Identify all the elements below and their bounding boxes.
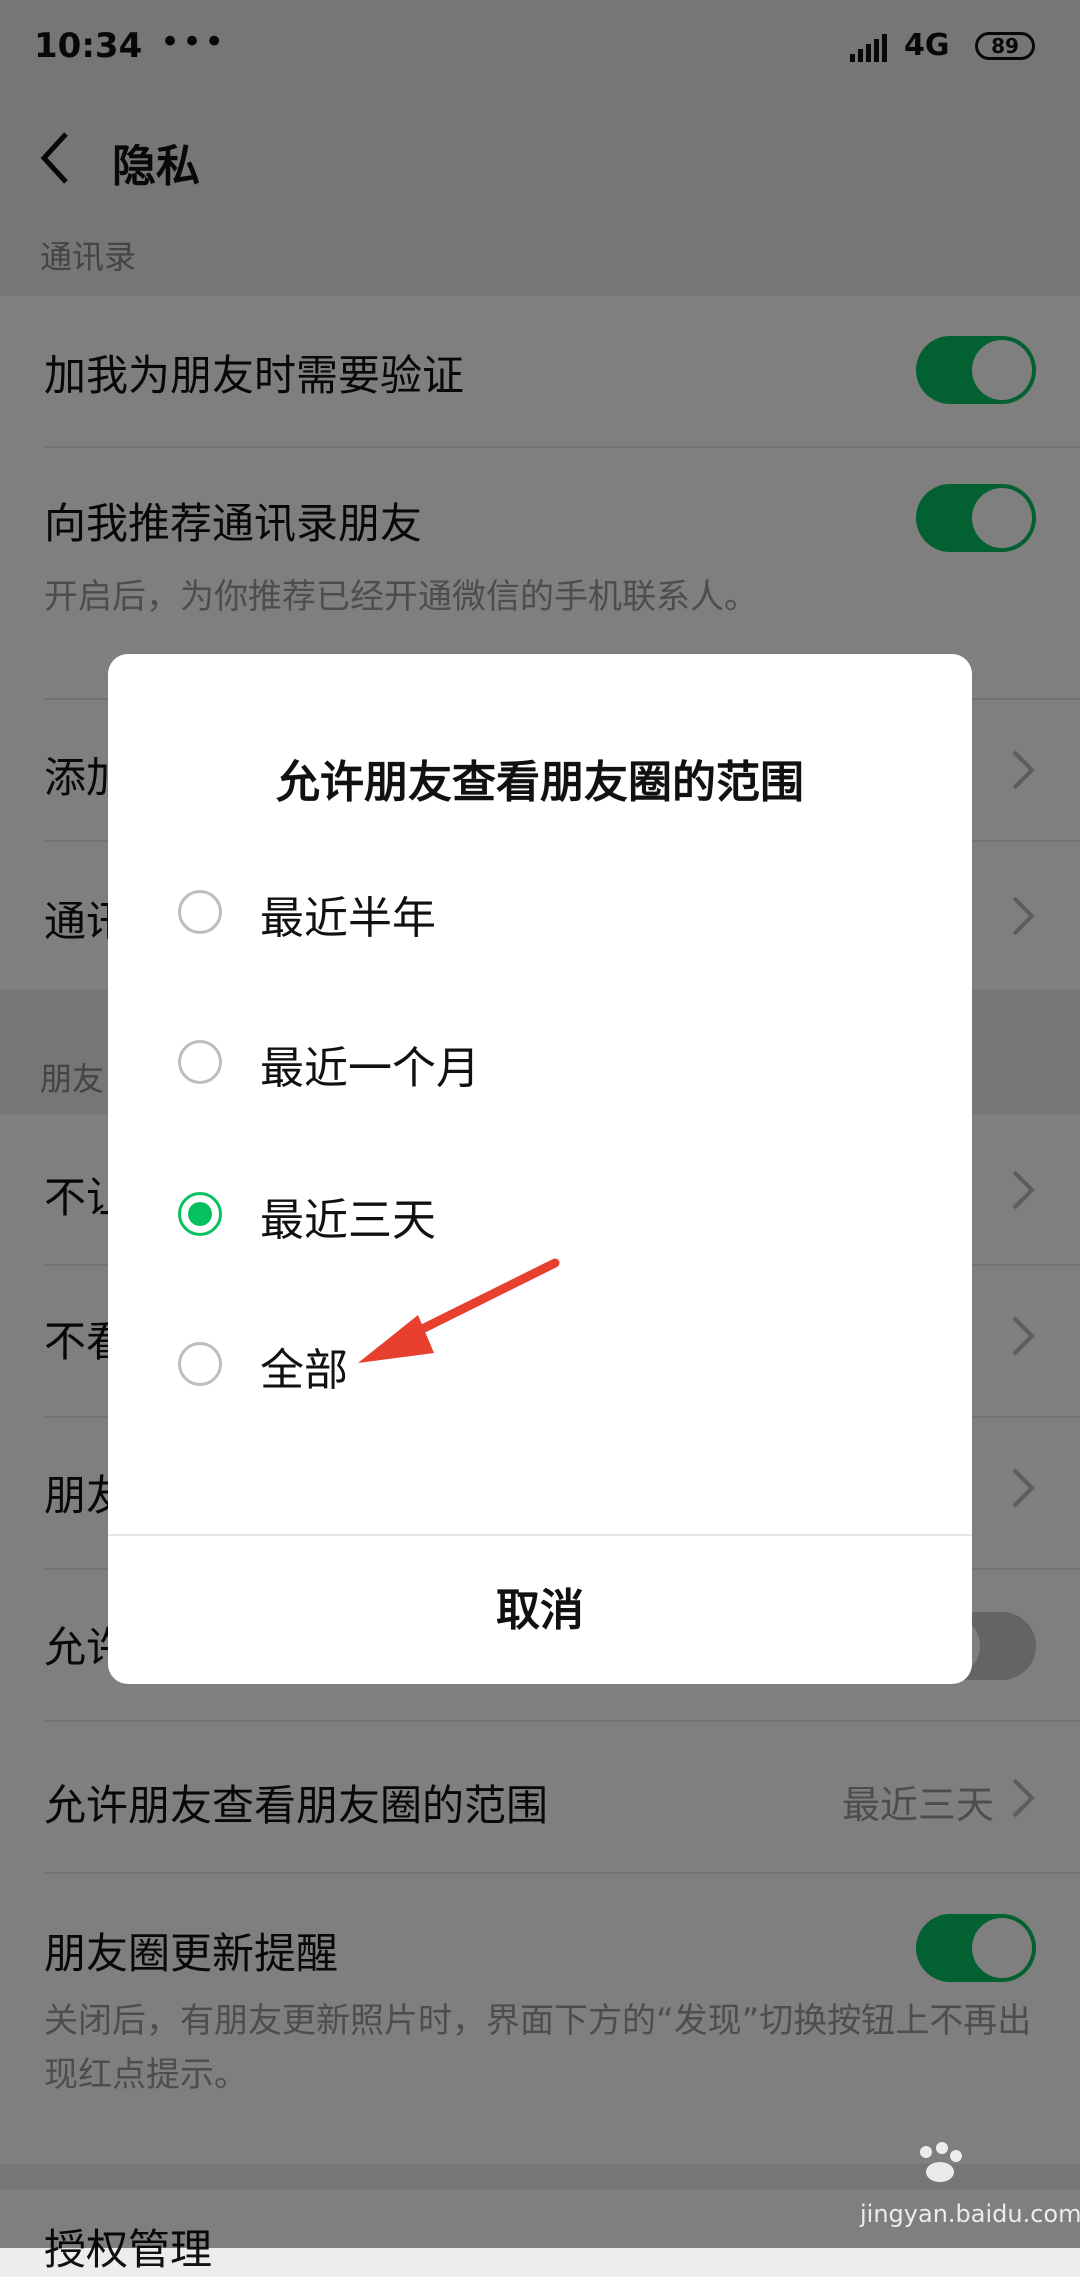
- radio-checked-icon: [178, 1192, 222, 1236]
- watermark-site: jingyan.baidu.com: [860, 2200, 1080, 2228]
- radio-icon: [178, 1040, 222, 1084]
- red-arrow-annotation: [358, 1258, 560, 1363]
- range-dialog: 允许朋友查看朋友圈的范围 最近半年 最近一个月 最近三天 全部 取消: [108, 654, 972, 1684]
- privacy-settings-screen: 10:34 ••• 4G 89 隐私 通讯录 加我为朋友时需要验证 向我推荐通讯…: [0, 0, 1080, 2274]
- cancel-button[interactable]: 取消: [108, 1536, 972, 1684]
- dialog-title: 允许朋友查看朋友圈的范围: [276, 757, 804, 808]
- option-one-month[interactable]: 最近一个月: [108, 1002, 972, 1122]
- option-label: 最近一个月: [260, 1043, 480, 1094]
- option-label: 最近三天: [260, 1195, 436, 1246]
- radio-icon: [178, 890, 222, 934]
- radio-icon: [178, 1342, 222, 1386]
- option-half-year[interactable]: 最近半年: [108, 852, 972, 972]
- option-label: 全部: [260, 1345, 348, 1396]
- option-label: 最近半年: [260, 893, 436, 944]
